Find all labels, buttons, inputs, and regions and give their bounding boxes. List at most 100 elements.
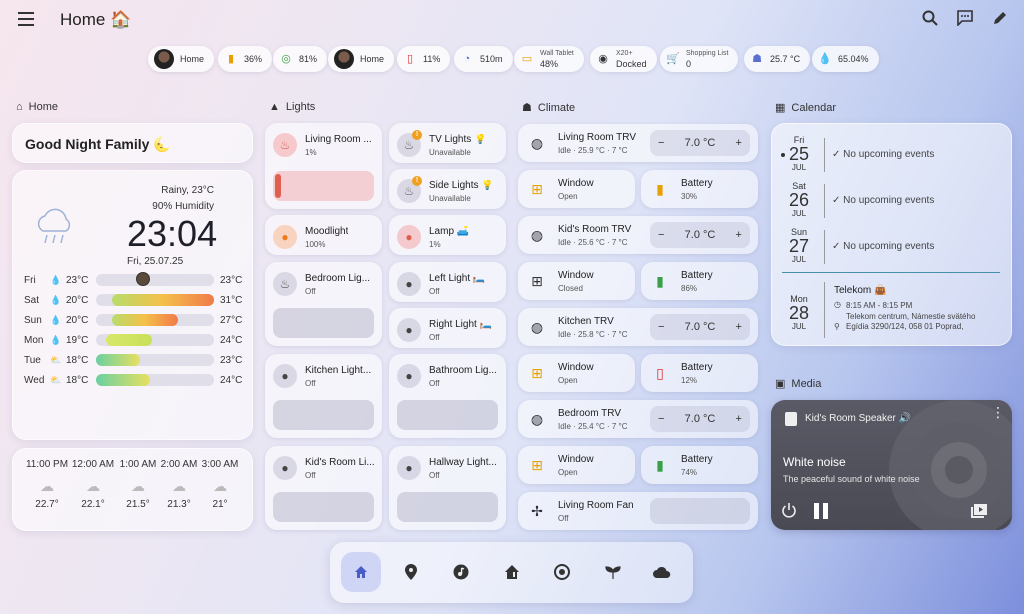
brightness-slider[interactable] (273, 492, 374, 522)
chip-humidity[interactable]: 💧 65.04% (812, 46, 879, 72)
rain-icon: 💧 (50, 274, 62, 285)
light-tile-living-room[interactable]: ♨ Living Room ... 1% (265, 123, 382, 209)
nav-vacuum-icon[interactable] (542, 552, 582, 592)
calendar-day: Sun 27 JUL (788, 227, 810, 264)
trv-kitchen[interactable]: ◍ Kitchen TRV Idle · 25.8 °C · 7 °C −7.0… (518, 308, 758, 346)
media-subtitle: The peaceful sound of white noise (783, 474, 920, 484)
window-sensor[interactable]: ⊞ Window Open (518, 170, 635, 208)
light-tile-tv-lights[interactable]: ♨ ! TV Lights 💡 Unavailable (389, 123, 506, 163)
light-tile-kitchen[interactable]: ● Kitchen Light... Off (265, 354, 382, 438)
trv-living-room[interactable]: ◍ Living Room TRV Idle · 25.9 °C · 7 °C … (518, 124, 758, 162)
brightness-slider[interactable] (273, 308, 374, 338)
nav-home-thermometer-icon[interactable] (492, 552, 532, 592)
menu-icon[interactable] (18, 12, 34, 26)
divider (824, 184, 825, 218)
chip-battery[interactable]: ▮ 36% (218, 46, 273, 72)
window-sensor[interactable]: ⊞ Window Open (518, 354, 635, 392)
media-player-card[interactable]: Kid's Room Speaker 🔊 ⋮ White noise The p… (771, 400, 1012, 530)
media-browse-icon[interactable] (971, 504, 987, 523)
thermometer-home-icon: ☗ (752, 53, 762, 65)
chip-watch[interactable]: ◎ 81% (273, 46, 328, 72)
hourly-item: 2:00 AM ☁ 21.3° (157, 459, 201, 510)
light-tile-hallway[interactable]: ● Hallway Light... Off (389, 446, 506, 530)
battery-sensor[interactable]: ▮ Battery 74% (641, 446, 758, 484)
forecast-row: Sun 💧 20°C 27°C (24, 314, 243, 326)
search-icon[interactable] (920, 10, 940, 30)
lamp-icon: ▲ (269, 101, 280, 113)
weather-condition: Rainy, 23°C (161, 185, 214, 196)
window-sensor[interactable]: ⊞ Window Closed (518, 262, 635, 300)
decrease-button[interactable]: − (658, 229, 664, 241)
chip-person-home[interactable]: Home (148, 46, 215, 72)
more-options-icon[interactable]: ⋮ (991, 405, 1005, 419)
forecast-row: Wed ⛅ 18°C 24°C (24, 374, 243, 386)
partly-cloudy-icon: ⛅ (50, 354, 62, 365)
temperature-stepper: −7.0 °C + (650, 406, 750, 432)
rain-icon: 💧 (50, 314, 62, 325)
light-tile-left-light[interactable]: ● Left Light 🛏️ Off (389, 262, 506, 302)
radiator-icon: ◍ (530, 411, 544, 427)
battery-sensor[interactable]: ▯ Battery 12% (641, 354, 758, 392)
nav-map-pin-icon[interactable] (391, 552, 431, 592)
section-media: ▣ Media (775, 377, 822, 391)
page-title: Home 🏠 (60, 10, 132, 29)
assist-chat-icon[interactable] (955, 10, 975, 30)
bulb-icon: ● (273, 364, 297, 388)
battery-sensor[interactable]: ▮ Battery 30% (641, 170, 758, 208)
cloud-icon: ☁ (86, 478, 100, 494)
warning-icon: ! (412, 176, 422, 186)
light-tile-kids-room[interactable]: ● Kid's Room Li... Off (265, 446, 382, 530)
window-sensor[interactable]: ⊞ Window Open (518, 446, 635, 484)
brightness-slider[interactable] (273, 400, 374, 430)
temp-range-bar (96, 272, 214, 286)
tablet-icon: ▭ (521, 53, 533, 65)
light-tile-bathroom[interactable]: ● Bathroom Lig... Off (389, 354, 506, 438)
light-tile-bedroom[interactable]: ♨ Bedroom Lig... Off (265, 262, 382, 346)
chip-distance[interactable]: ◔ 510m (454, 46, 513, 72)
fan-speed-slider[interactable] (650, 498, 750, 524)
chip-vacuum[interactable]: ◉ X20+ Docked (590, 46, 657, 72)
warning-icon: ! (412, 130, 422, 140)
hourly-item: 3:00 AM ☁ 21° (198, 459, 242, 510)
light-tile-right-light[interactable]: ● Right Light 🛏️ Off (389, 308, 506, 348)
light-tile-side-lights[interactable]: ♨ ! Side Lights 💡 Unavailable (389, 169, 506, 209)
brightness-slider[interactable] (397, 400, 498, 430)
nav-music-icon[interactable] (441, 552, 481, 592)
nav-cloud-icon[interactable] (642, 552, 682, 592)
calendar-event: ✓ No upcoming events (832, 149, 935, 160)
increase-button[interactable]: + (736, 413, 742, 425)
distance-icon: ◔ (463, 53, 471, 65)
avatar (154, 49, 174, 69)
nav-sprout-icon[interactable] (593, 552, 633, 592)
trv-kids-room[interactable]: ◍ Kid's Room TRV Idle · 25.6 °C · 7 °C −… (518, 216, 758, 254)
radiator-icon: ◍ (530, 319, 544, 335)
chip-temperature[interactable]: ☗ 25.7 °C (744, 46, 811, 72)
partly-cloudy-icon: ⛅ (50, 374, 62, 385)
nav-home-icon[interactable] (341, 552, 381, 592)
trv-bedroom[interactable]: ◍ Bedroom TRV Idle · 25.4 °C · 7 °C −7.0… (518, 400, 758, 438)
media-title: White noise (783, 455, 846, 469)
brightness-slider[interactable] (273, 171, 374, 201)
increase-button[interactable]: + (736, 137, 742, 149)
chip-wall-tablet[interactable]: ▭ Wall Tablet 48% (514, 46, 584, 72)
increase-button[interactable]: + (736, 229, 742, 241)
light-tile-lamp[interactable]: ● Lamp 🛋️ 1% (389, 215, 506, 255)
pause-icon[interactable] (814, 503, 828, 519)
decrease-button[interactable]: − (658, 321, 664, 333)
power-icon[interactable] (781, 502, 797, 523)
chip-phone-battery[interactable]: ▯ 11% (397, 46, 451, 72)
increase-button[interactable]: + (736, 321, 742, 333)
home-thermometer-icon: ☗ (522, 102, 532, 114)
chip-shopping-list[interactable]: 🛒 Shopping List 0 (660, 46, 739, 72)
fan-living-room[interactable]: ✢ Living Room Fan Off (518, 492, 758, 530)
hourly-item: 12:00 AM ☁ 22.1° (71, 459, 115, 510)
decrease-button[interactable]: − (658, 137, 664, 149)
divider (824, 282, 825, 338)
edit-icon[interactable] (990, 10, 1010, 30)
battery-sensor[interactable]: ▮ Battery 86% (641, 262, 758, 300)
light-tile-moodlight[interactable]: ● Moodlight 100% (265, 215, 382, 255)
clock-icon: ◷ (834, 300, 841, 309)
brightness-slider[interactable] (397, 492, 498, 522)
chip-person-home-2[interactable]: Home (328, 46, 395, 72)
decrease-button[interactable]: − (658, 413, 664, 425)
